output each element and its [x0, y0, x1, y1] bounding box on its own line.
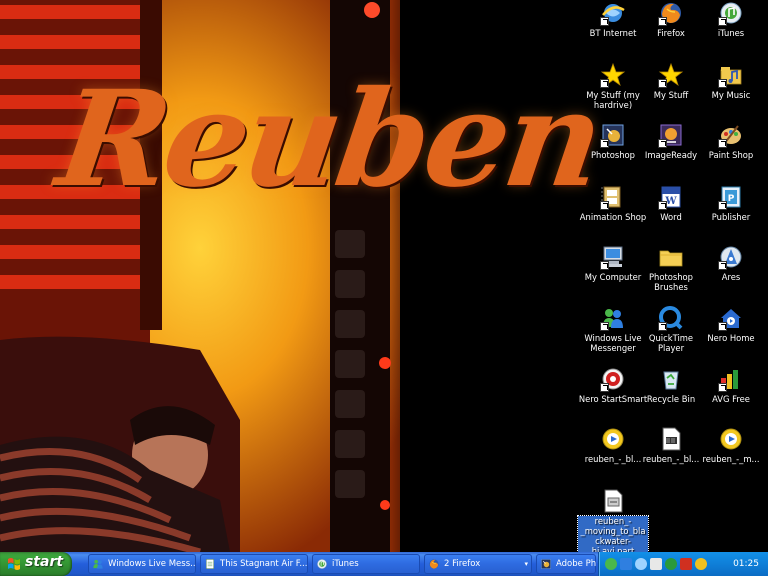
desktop-icon-label: Ares: [721, 272, 741, 282]
taskbar-button[interactable]: iTunes: [312, 554, 420, 574]
volume-icon[interactable]: [650, 558, 662, 570]
itunes-tray-icon[interactable]: [635, 558, 647, 570]
ares-tray-icon[interactable]: [680, 558, 692, 570]
windows-logo-icon: [8, 558, 20, 570]
taskbar-button-label: 2 Firefox: [444, 559, 481, 569]
star-folder-icon: [600, 62, 626, 88]
avg-icon: [718, 366, 744, 392]
folder-icon: [658, 244, 684, 270]
desktop-icon[interactable]: iTunes: [696, 0, 766, 38]
shortcut-arrow-icon: [600, 139, 609, 148]
shortcut-arrow-icon: [600, 201, 609, 210]
desktop-icon[interactable]: P Publisher: [696, 184, 766, 222]
shortcut-arrow-icon: [658, 17, 667, 26]
taskbar: start Windows Live Mess... This Stagnant …: [0, 552, 768, 576]
desktop-icon[interactable]: Paint Shop: [696, 122, 766, 160]
recycle-bin-icon: [658, 366, 684, 392]
taskbar-button[interactable]: Windows Live Mess...: [88, 554, 196, 574]
publisher-icon: P: [718, 184, 744, 210]
shortcut-arrow-icon: [600, 322, 609, 331]
shortcut-arrow-icon: [718, 201, 727, 210]
shortcut-arrow-icon: [600, 79, 609, 88]
animation-shop-icon: [600, 184, 626, 210]
taskbar-button-label: Windows Live Mess...: [108, 559, 196, 569]
shortcut-arrow-icon: [718, 79, 727, 88]
shortcut-arrow-icon: [718, 383, 727, 392]
svg-text:P: P: [728, 194, 735, 204]
desktop-icon-label: iTunes: [717, 28, 745, 38]
desktop-icon-label: Paint Shop: [708, 150, 754, 160]
shortcut-arrow-icon: [600, 261, 609, 270]
wallpaper-title: Reuben: [49, 62, 609, 217]
quicktime-icon: [658, 305, 684, 331]
desktop-icon-label: Publisher: [711, 212, 751, 222]
shortcut-arrow-icon: [718, 261, 727, 270]
start-button[interactable]: start: [0, 552, 72, 576]
video-file-icon: [658, 426, 684, 452]
avg-tray-icon[interactable]: [665, 558, 677, 570]
firefox-icon: [658, 0, 684, 26]
shortcut-arrow-icon: [600, 17, 609, 26]
shortcut-arrow-icon: [658, 139, 667, 148]
shortcut-arrow-icon: [718, 17, 727, 26]
word-icon: W: [658, 184, 684, 210]
desktop-icon-label: Nero Home: [707, 333, 755, 343]
shortcut-arrow-icon: [658, 322, 667, 331]
ares-icon: [718, 244, 744, 270]
photoshop-icon: [540, 558, 552, 570]
desktop-icon-label: My Music: [711, 90, 751, 100]
taskbar-button[interactable]: 2 Firefox ▾: [424, 554, 532, 574]
network-icon[interactable]: [605, 558, 617, 570]
partial-file-icon: [600, 488, 626, 514]
shortcut-arrow-icon: [658, 201, 667, 210]
nero-startsmart-icon: [600, 366, 626, 392]
start-label: start: [25, 554, 64, 570]
clock[interactable]: 01:25: [733, 552, 759, 576]
my-computer-icon: [600, 244, 626, 270]
desktop-icon[interactable]: AVG Free: [696, 366, 766, 404]
shortcut-arrow-icon: [718, 322, 727, 331]
group-dropdown-icon: ▾: [524, 560, 528, 568]
desktop-icon[interactable]: Ares: [696, 244, 766, 282]
itunes-icon: [718, 0, 744, 26]
shortcut-arrow-icon: [718, 139, 727, 148]
shortcut-arrow-icon: [658, 79, 667, 88]
star-folder-icon: [658, 62, 684, 88]
shortcut-arrow-icon: [600, 383, 609, 392]
nero-home-icon: [718, 305, 744, 331]
desktop[interactable]: Reuben BT Internet Firefox iTunes My Stuff …: [0, 0, 768, 552]
desktop-icon[interactable]: My Music: [696, 62, 766, 100]
messenger-icon: [92, 558, 104, 570]
paint-shop-icon: [718, 122, 744, 148]
taskbar-button-label: iTunes: [332, 559, 359, 569]
taskbar-button-label: This Stagnant Air F...: [220, 559, 308, 569]
media-file-icon: [718, 426, 744, 452]
my-music-icon: [718, 62, 744, 88]
system-tray: 01:25: [598, 552, 768, 576]
firefox-icon: [428, 558, 440, 570]
desktop-icon-label: reuben_-_m...: [702, 454, 760, 464]
font-tray-icon[interactable]: [695, 558, 707, 570]
notepad-icon: [204, 558, 216, 570]
itunes-icon: [316, 558, 328, 570]
taskbar-button[interactable]: Adobe Photoshop: [536, 554, 596, 574]
messenger-icon: [600, 305, 626, 331]
photoshop-icon: [600, 122, 626, 148]
bt-internet-icon: [600, 0, 626, 26]
taskbar-button-label: Adobe Photoshop: [556, 559, 596, 569]
taskbar-button[interactable]: This Stagnant Air F...: [200, 554, 308, 574]
desktop-icon[interactable]: reuben_-_moving_to_blackwater-hi.avi.par…: [577, 488, 649, 552]
desktop-icon-label: AVG Free: [712, 394, 750, 404]
messenger-tray-icon[interactable]: [620, 558, 632, 570]
imageready-icon: [658, 122, 684, 148]
media-file-icon: [600, 426, 626, 452]
desktop-icon[interactable]: reuben_-_m...: [696, 426, 766, 464]
desktop-icon-label: reuben_-_moving_to_blackwater-hi.avi.par…: [577, 515, 649, 552]
desktop-icon[interactable]: Nero Home: [696, 305, 766, 343]
